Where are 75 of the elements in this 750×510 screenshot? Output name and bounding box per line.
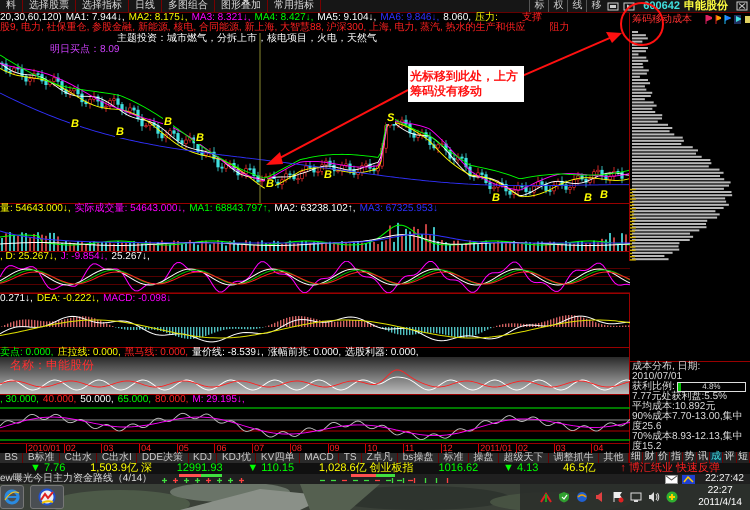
- indicator-reading: , 30.000,: [0, 395, 39, 404]
- indicator-reading: MA4: 8.427↓,: [254, 13, 314, 23]
- indicator-reading: MA5: 9.104↓,: [317, 13, 376, 23]
- indicator-reading: 50.000,: [80, 395, 114, 404]
- profit-ratio-bar: 4.8%: [676, 382, 746, 392]
- signal-marker: B: [323, 170, 333, 181]
- buy-point-text: 明日买点：8.09: [50, 45, 120, 55]
- menu-item[interactable]: 多图组合: [162, 0, 215, 12]
- market-reading: 1016.62: [438, 463, 478, 474]
- indicator-reading: 8.060,: [443, 13, 472, 23]
- indicator-reading: 黑马线: 0.000,: [124, 348, 188, 357]
- signal-marker: B: [163, 117, 173, 128]
- menu-item[interactable]: 选择股票: [23, 0, 76, 12]
- market-reading: ▼ 4.13: [503, 463, 538, 474]
- signal-marker: B: [491, 193, 501, 203]
- menu-item[interactable]: 常用指标: [268, 0, 321, 12]
- indicator-reading: 庄拉线: 0.000,: [57, 348, 121, 357]
- indicator-reading: 0.271↓,: [0, 294, 33, 303]
- indicator-reading: 65.000,: [118, 395, 152, 404]
- indicator-reading: 卖点: 0.000,: [0, 348, 54, 357]
- indicator-reading: M: 29.195↓,: [192, 395, 245, 404]
- indicator-reading: MACD: -0.098↓: [103, 294, 172, 303]
- toolbar-button[interactable]: 标: [529, 0, 548, 12]
- indicator-reading: 25.267↓,: [111, 252, 150, 261]
- indicator-reading: MA3: 67325.953↓: [360, 204, 438, 213]
- menu-item[interactable]: 日线: [129, 0, 162, 12]
- market-reading: 1,503.9亿 深: [90, 463, 152, 474]
- indicator-reading: MA2: 8.175↓,: [128, 13, 188, 23]
- signal-marker: B: [70, 119, 80, 130]
- side-tab[interactable]: 成: [710, 452, 724, 463]
- market-reading: 46.5亿: [563, 463, 596, 474]
- clock-text: 22:27:42: [704, 474, 745, 484]
- signal-marker: B: [583, 193, 593, 203]
- indicator-reading: 涨幅前兆: 0.000,: [268, 348, 342, 357]
- market-reading: ▼ 7.76: [30, 463, 66, 474]
- indicator-reading: J: -9.854↓,: [60, 252, 108, 261]
- indicator-reading: 40.000,: [42, 395, 76, 404]
- signal-marker: B: [265, 179, 275, 190]
- signal-marker: B: [195, 133, 205, 144]
- taskbar-date: 2011/4/14: [698, 497, 742, 509]
- market-reading: ▼ 110.15: [247, 463, 294, 474]
- signal-marker: B: [115, 127, 125, 138]
- indicator-reading: 量: 54643.000↓,: [0, 204, 71, 213]
- level-label: 阻力: [550, 23, 570, 33]
- stock-name: 申能股份: [684, 0, 728, 12]
- indicator-reading: 实际成交量: 54643.000↓,: [74, 204, 186, 213]
- news-ticker[interactable]: ew曝光今日主力资金路线（4/14）: [0, 474, 152, 484]
- taskbar-time: 22:27: [708, 485, 733, 497]
- signal-marker: B: [599, 190, 609, 201]
- indicator-reading: MA1: 7.944↓,: [66, 13, 125, 23]
- indicator-reading: 20,30,60,120): [0, 13, 62, 23]
- indicator-reading: MA6: 9.846↓,: [380, 13, 440, 23]
- concept-list: 股9, 电力, 社保重仓, 参股金融, 新能源, 核电, 合同能源, 新上海, 大智慧88, 沪深300, 上海, 电力, 蒸汽, 热水的生产和供应: [0, 23, 526, 33]
- indicator-reading: 80.000,: [155, 395, 188, 404]
- toolbar-button[interactable]: 线: [567, 0, 586, 12]
- indicator-reading: 选股利器: 0.000,: [345, 348, 418, 357]
- indicator-reading: DEA: -0.222↓,: [36, 294, 100, 303]
- indicator-reading: 压力:: [475, 13, 498, 23]
- signal-marker: S: [386, 113, 396, 124]
- toolbar-button[interactable]: 移: [586, 0, 606, 12]
- market-reading: 1,028.6亿 创业板指: [318, 463, 414, 474]
- level-label: 支撑: [522, 13, 542, 23]
- annotation-note: 光标移到此处，上方筹码没有移动: [408, 66, 524, 102]
- panel-label: 名称：申能股份: [10, 359, 94, 371]
- menu-item[interactable]: 料: [0, 0, 23, 12]
- menu-item[interactable]: 图形叠加: [215, 0, 268, 12]
- indicator-reading: 量价线: -8.539↓,: [192, 348, 264, 357]
- toolbar-button[interactable]: 权: [548, 0, 568, 12]
- indicator-reading: MA2: 63238.102↑,: [274, 204, 356, 213]
- menu-item[interactable]: 选择指标: [76, 0, 129, 12]
- market-reading: ↑ 博汇纸业 快速反弹: [620, 463, 720, 474]
- market-reading: 12991.93: [176, 463, 223, 474]
- indicator-reading: MA1: 68843.797↑,: [189, 204, 270, 213]
- indicator-reading: , D: 25.267↓,: [0, 252, 57, 261]
- indicator-reading: MA3: 8.321↓,: [192, 13, 250, 23]
